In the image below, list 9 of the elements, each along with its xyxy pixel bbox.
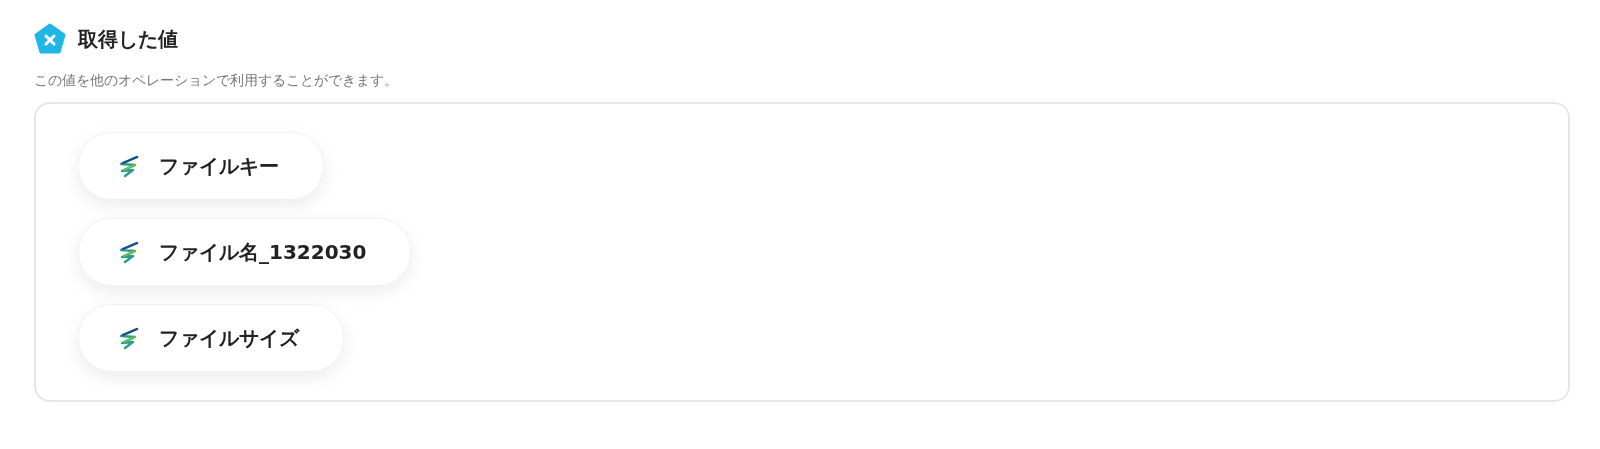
swirl-icon xyxy=(117,326,141,350)
pentagon-x-icon xyxy=(34,23,66,55)
value-chip[interactable]: ファイルキー xyxy=(78,132,324,200)
swirl-icon xyxy=(117,240,141,264)
section-title: 取得した値 xyxy=(78,25,178,53)
value-chip[interactable]: ファイルサイズ xyxy=(78,304,344,372)
swirl-icon xyxy=(117,154,141,178)
description: この値を他のオペレーションで利用することができます。 xyxy=(34,72,399,90)
value-chip[interactable]: ファイル名_1322030 xyxy=(78,218,412,286)
